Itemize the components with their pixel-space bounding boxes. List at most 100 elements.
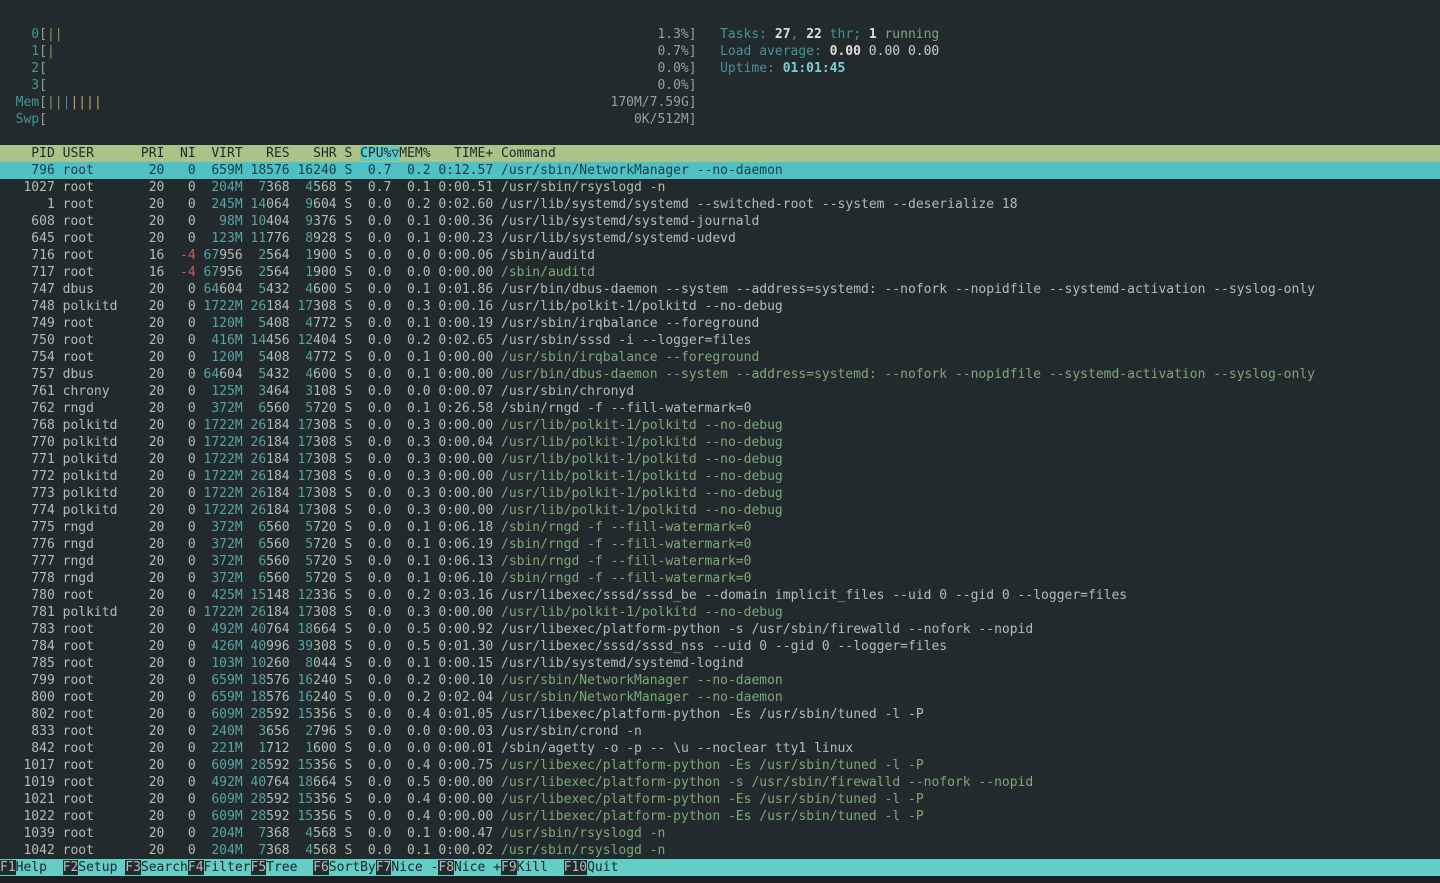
process-row-762[interactable]: 762 rngd 20 0 372M 6560 5720 S 0.0 0.1 0… [0,400,1440,417]
process-row-717[interactable]: 717 root 16 -4 67956 2564 1900 S 0.0 0.0… [0,264,1440,281]
column-header-cpu-sorted[interactable]: CPU%▽ [360,146,399,161]
process-row-1039[interactable]: 1039 root 20 0 204M 7368 4568 S 0.0 0.1 … [0,825,1440,842]
cell-ni: -4 [172,248,195,263]
fkey-f3[interactable]: F3 [125,860,141,875]
fkey-f9[interactable]: F9 [501,860,517,875]
fkey-f7[interactable]: F7 [376,860,392,875]
process-row-785[interactable]: 785 root 20 0 103M 10260 8044 S 0.0 0.1 … [0,655,1440,672]
cell-mem: 0.0 [399,265,430,280]
fkey-label-filter[interactable]: Filter [204,860,251,875]
fkey-f10[interactable]: F10 [564,860,587,875]
process-row-748[interactable]: 748 polkitd 20 0 1722M 26184 17308 S 0.0… [0,298,1440,315]
column-header-pri[interactable]: PRI [141,146,164,161]
process-row-757[interactable]: 757 dbus 20 0 64604 5432 4600 S 0.0 0.1 … [0,366,1440,383]
process-row-771[interactable]: 771 polkitd 20 0 1722M 26184 17308 S 0.0… [0,451,1440,468]
cell-ni: 0 [172,418,195,433]
process-row-1042[interactable]: 1042 root 20 0 204M 7368 4568 S 0.0 0.1 … [0,842,1440,859]
cell-user: rngd [63,571,133,586]
process-row-750[interactable]: 750 root 20 0 416M 14456 12404 S 0.0 0.2… [0,332,1440,349]
fkey-f1[interactable]: F1 [0,860,16,875]
column-header-shr[interactable]: SHR [297,146,336,161]
cell-pid: 774 [0,503,55,518]
process-row-783[interactable]: 783 root 20 0 492M 40764 18664 S 0.0 0.5… [0,621,1440,638]
cell-cpu: 0.0 [360,299,391,314]
fkey-label-nice-[interactable]: Nice + [454,860,501,875]
process-row-770[interactable]: 770 polkitd 20 0 1722M 26184 17308 S 0.0… [0,434,1440,451]
meter-cpu2: 2[ 0.0%] Uptime: 01:01:45 [0,60,939,77]
cell-ni: 0 [172,384,195,399]
fkey-label-nice-[interactable]: Nice - [391,860,438,875]
cell-pri: 20 [141,316,164,331]
cell-cpu: 0.0 [360,197,391,212]
process-row-1027[interactable]: 1027 root 20 0 204M 7368 4568 S 0.7 0.1 … [0,179,1440,196]
fkey-f6[interactable]: F6 [313,860,329,875]
process-row-802[interactable]: 802 root 20 0 609M 28592 15356 S 0.0 0.4… [0,706,1440,723]
column-header-ni[interactable]: NI [172,146,195,161]
fkey-label-sortby[interactable]: SortBy [329,860,376,875]
process-row-842[interactable]: 842 root 20 0 221M 1712 1600 S 0.0 0.0 0… [0,740,1440,757]
process-row-784[interactable]: 784 root 20 0 426M 40996 39308 S 0.0 0.5… [0,638,1440,655]
cell-ni: 0 [172,571,195,586]
process-row-796[interactable]: 796 root 20 0 659M 18576 16240 S 0.7 0.2… [0,162,1440,179]
process-row-781[interactable]: 781 polkitd 20 0 1722M 26184 17308 S 0.0… [0,604,1440,621]
process-row-800[interactable]: 800 root 20 0 659M 18576 16240 S 0.0 0.2… [0,689,1440,706]
process-row-608[interactable]: 608 root 20 0 98M 10404 9376 S 0.0 0.1 0… [0,213,1440,230]
process-row-716[interactable]: 716 root 16 -4 67956 2564 1900 S 0.0 0.0… [0,247,1440,264]
cell-pri: 20 [141,690,164,705]
process-row-772[interactable]: 772 polkitd 20 0 1722M 26184 17308 S 0.0… [0,468,1440,485]
cell-ni: 0 [172,316,195,331]
cell-pri: 20 [141,537,164,552]
column-header-time[interactable]: TIME+ [438,146,493,161]
process-row-749[interactable]: 749 root 20 0 120M 5408 4772 S 0.0 0.1 0… [0,315,1440,332]
fkey-f5[interactable]: F5 [251,860,267,875]
process-row-754[interactable]: 754 root 20 0 120M 5408 4772 S 0.0 0.1 0… [0,349,1440,366]
column-header-res[interactable]: RES [251,146,290,161]
cell-user: polkitd [63,418,133,433]
process-row-776[interactable]: 776 rngd 20 0 372M 6560 5720 S 0.0 0.1 0… [0,536,1440,553]
process-row-645[interactable]: 645 root 20 0 123M 11776 8928 S 0.0 0.1 … [0,230,1440,247]
cell-user: polkitd [63,605,133,620]
fkey-f8[interactable]: F8 [438,860,454,875]
fkey-label-tree[interactable]: Tree [266,860,313,875]
column-header-virt[interactable]: VIRT [204,146,243,161]
column-header-user[interactable]: USER [63,146,133,161]
process-row-780[interactable]: 780 root 20 0 425M 15148 12336 S 0.0 0.2… [0,587,1440,604]
process-row-833[interactable]: 833 root 20 0 240M 3656 2796 S 0.0 0.0 0… [0,723,1440,740]
process-row-778[interactable]: 778 rngd 20 0 372M 6560 5720 S 0.0 0.1 0… [0,570,1440,587]
column-header-pid[interactable]: PID [0,146,55,161]
cell-user: polkitd [63,486,133,501]
fkey-label-setup[interactable]: Setup [78,860,125,875]
cell-cpu: 0.0 [360,622,391,637]
process-row-761[interactable]: 761 chrony 20 0 125M 3464 3108 S 0.0 0.0… [0,383,1440,400]
fkey-label-search[interactable]: Search [141,860,188,875]
cell-time: 0:06.18 [438,520,493,535]
fkey-f4[interactable]: F4 [188,860,204,875]
cell-command: /usr/bin/dbus-daemon --system --address=… [501,282,1315,297]
process-row-768[interactable]: 768 polkitd 20 0 1722M 26184 17308 S 0.0… [0,417,1440,434]
cell-cpu: 0.0 [360,758,391,773]
fkey-f2[interactable]: F2 [63,860,79,875]
fkey-label-kill[interactable]: Kill [517,860,564,875]
process-row-1019[interactable]: 1019 root 20 0 492M 40764 18664 S 0.0 0.… [0,774,1440,791]
process-row-799[interactable]: 799 root 20 0 659M 18576 16240 S 0.0 0.2… [0,672,1440,689]
cell-command: /usr/lib/systemd/systemd-udevd [501,231,736,246]
column-header-command[interactable]: Command [501,146,556,161]
process-row-1[interactable]: 1 root 20 0 245M 14064 9604 S 0.0 0.2 0:… [0,196,1440,213]
process-row-773[interactable]: 773 polkitd 20 0 1722M 26184 17308 S 0.0… [0,485,1440,502]
cell-cpu: 0.0 [360,690,391,705]
cell-cpu: 0.0 [360,401,391,416]
process-row-747[interactable]: 747 dbus 20 0 64604 5432 4600 S 0.0 0.1 … [0,281,1440,298]
process-row-1022[interactable]: 1022 root 20 0 609M 28592 15356 S 0.0 0.… [0,808,1440,825]
process-row-1017[interactable]: 1017 root 20 0 609M 28592 15356 S 0.0 0.… [0,757,1440,774]
process-row-777[interactable]: 777 rngd 20 0 372M 6560 5720 S 0.0 0.1 0… [0,553,1440,570]
cell-pri: 20 [141,367,164,382]
cell-user: root [63,690,133,705]
column-header-mem[interactable]: MEM% [399,146,430,161]
process-row-775[interactable]: 775 rngd 20 0 372M 6560 5720 S 0.0 0.1 0… [0,519,1440,536]
process-row-1021[interactable]: 1021 root 20 0 609M 28592 15356 S 0.0 0.… [0,791,1440,808]
process-row-774[interactable]: 774 polkitd 20 0 1722M 26184 17308 S 0.0… [0,502,1440,519]
cell-user: root [63,639,133,654]
fkey-label-quit[interactable]: Quit [587,860,634,875]
fkey-label-help[interactable]: Help [16,860,63,875]
cell-user: root [63,758,133,773]
